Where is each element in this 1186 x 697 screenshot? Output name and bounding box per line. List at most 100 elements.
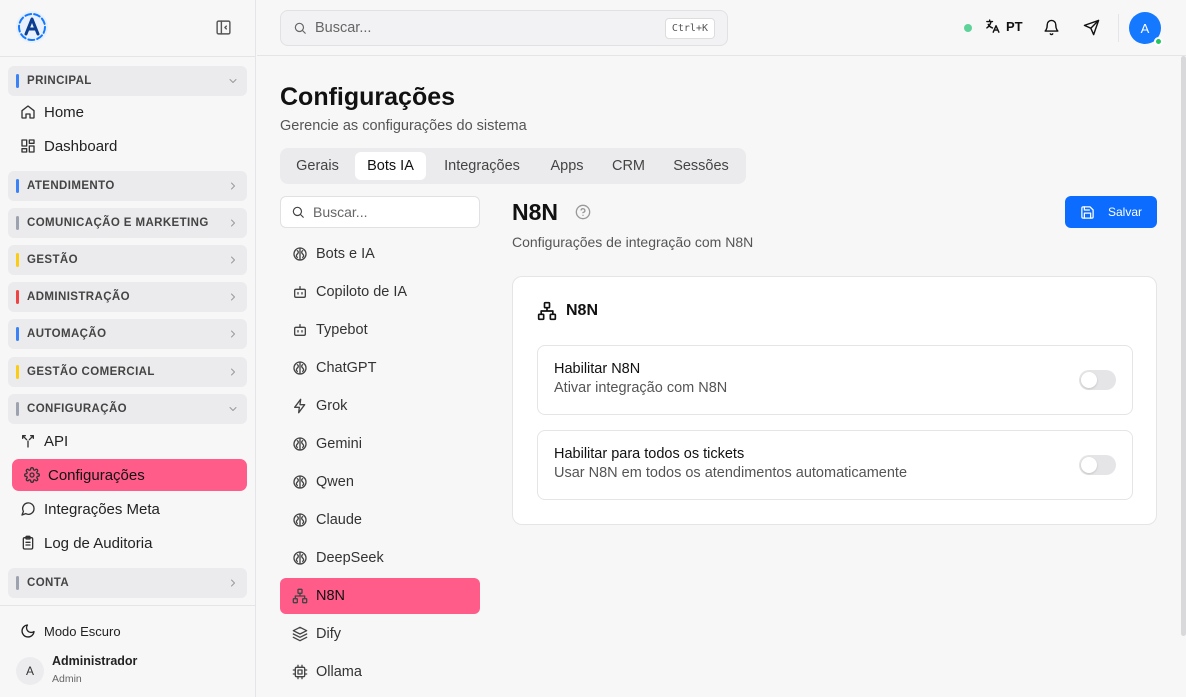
sidebar-item-label: Configurações: [48, 466, 145, 484]
tab-integracoes[interactable]: Integrações: [430, 152, 534, 180]
section-color-bar: [16, 365, 19, 379]
save-button-label: Salvar: [1108, 205, 1143, 219]
sidebar-item-api[interactable]: API: [20, 427, 68, 455]
submenu-item-label: Claude: [316, 512, 362, 528]
section-gestao[interactable]: GESTÃO: [8, 245, 247, 275]
chevron-down-icon: [227, 75, 239, 87]
section-atendimento[interactable]: ATENDIMENTO: [8, 171, 247, 201]
language-label: PT: [1006, 19, 1023, 34]
sidebar-item-label: Home: [44, 103, 85, 121]
submenu-item-chatgpt[interactable]: ChatGPT: [280, 350, 480, 386]
section-color-bar: [16, 402, 19, 416]
brain-icon: [292, 360, 308, 376]
section-label: COMUNICAÇÃO E MARKETING: [27, 217, 209, 229]
sidebar-item-label: API: [44, 432, 69, 450]
tab-gerais[interactable]: Gerais: [284, 152, 351, 180]
language-selector[interactable]: PT: [984, 18, 1023, 35]
bell-icon[interactable]: [1043, 19, 1060, 36]
section-color-bar: [16, 253, 19, 267]
dark-mode-label: Modo Escuro: [44, 623, 121, 639]
search-placeholder: Buscar...: [315, 20, 372, 36]
topbar: Buscar... Ctrl+K PT A: [257, 0, 1186, 56]
section-gestao-comercial[interactable]: GESTÃO COMERCIAL: [8, 357, 247, 387]
section-administracao[interactable]: ADMINISTRAÇÃO: [8, 282, 247, 312]
tab-sessoes[interactable]: Sessões: [661, 152, 741, 180]
setting-row-all-tickets: Habilitar para todos os tickets Usar N8N…: [537, 430, 1133, 500]
save-button[interactable]: Salvar: [1065, 196, 1157, 228]
submenu-item-deepseek[interactable]: DeepSeek: [280, 540, 480, 576]
global-search-input[interactable]: Buscar... Ctrl+K: [280, 10, 728, 46]
scrollbar[interactable]: [1181, 56, 1186, 636]
submenu-item-label: Typebot: [316, 322, 368, 338]
submenu-item-gemini[interactable]: Gemini: [280, 426, 480, 462]
section-comunicacao-marketing[interactable]: COMUNICAÇÃO E MARKETING: [8, 208, 247, 238]
section-automacao[interactable]: AUTOMAÇÃO: [8, 319, 247, 349]
sidebar-item-home[interactable]: Home: [20, 98, 84, 126]
chevron-right-icon: [227, 254, 239, 266]
sidebar-collapse-icon[interactable]: [215, 19, 232, 36]
tab-apps[interactable]: Apps: [538, 152, 596, 180]
floppy-disk-icon: [1080, 205, 1095, 220]
sidebar-item-dashboard[interactable]: Dashboard: [20, 132, 117, 160]
section-label: GESTÃO: [27, 254, 78, 266]
page-title: Configurações: [280, 83, 456, 111]
section-label: AUTOMAÇÃO: [27, 328, 107, 340]
detail-title: N8N: [512, 199, 559, 225]
tab-crm[interactable]: CRM: [600, 152, 657, 180]
setting-title: Habilitar para todos os tickets: [554, 446, 745, 462]
submenu-item-label: Qwen: [316, 474, 354, 490]
sidebar-item-configuracoes[interactable]: Configurações: [12, 459, 247, 491]
submenu-item-ollama[interactable]: Ollama: [280, 654, 480, 690]
bot-icon: [292, 284, 308, 300]
dark-mode-toggle[interactable]: Modo Escuro: [20, 623, 121, 639]
user-avatar[interactable]: A: [16, 657, 44, 685]
brain-icon: [292, 550, 308, 566]
setting-description: Usar N8N em todos os atendimentos automa…: [554, 465, 908, 481]
user-role: Admin: [52, 673, 82, 685]
user-name: Administrador: [52, 654, 138, 668]
section-principal[interactable]: PRINCIPAL: [8, 66, 247, 96]
submenu-item-typebot[interactable]: Typebot: [280, 312, 480, 348]
divider: [1118, 14, 1119, 42]
search-icon: [293, 21, 307, 35]
sidebar-item-label: Dashboard: [44, 137, 118, 155]
network-icon: [292, 588, 308, 604]
submenu-item-label: N8N: [316, 588, 346, 604]
chevron-right-icon: [227, 217, 239, 229]
submenu-search-input[interactable]: Buscar...: [280, 196, 480, 228]
n8n-settings-card: N8N Habilitar N8N Ativar integração com …: [512, 276, 1157, 525]
sidebar-nav: PRINCIPAL Home Dashboard ATENDIMENTO COM…: [0, 56, 256, 598]
section-conta[interactable]: CONTA: [8, 568, 247, 598]
sidebar-item-log-auditoria[interactable]: Log de Auditoria: [20, 529, 152, 557]
search-icon: [291, 205, 305, 219]
submenu-item-label: Ollama: [316, 664, 362, 680]
sidebar-item-label: Integrações Meta: [44, 500, 160, 518]
section-color-bar: [16, 74, 19, 88]
section-label: ATENDIMENTO: [27, 180, 115, 192]
gear-icon: [24, 467, 40, 483]
submenu-item-qwen[interactable]: Qwen: [280, 464, 480, 500]
tab-bots-ia[interactable]: Bots IA: [355, 152, 426, 180]
submenu-item-n8n[interactable]: N8N: [280, 578, 480, 614]
section-configuracao[interactable]: CONFIGURAÇÃO: [8, 394, 247, 424]
section-color-bar: [16, 216, 19, 230]
setting-description: Ativar integração com N8N: [554, 380, 728, 396]
enable-n8n-toggle[interactable]: [1079, 370, 1116, 390]
brain-icon: [292, 246, 308, 262]
send-icon[interactable]: [1083, 19, 1100, 36]
submenu-item-bots-e-ia[interactable]: Bots e IA: [280, 236, 480, 272]
submenu-item-copiloto-ia[interactable]: Copiloto de IA: [280, 274, 480, 310]
sidebar: PRINCIPAL Home Dashboard ATENDIMENTO COM…: [0, 0, 256, 697]
section-label: CONTA: [27, 577, 70, 589]
help-circle-icon[interactable]: [575, 204, 591, 220]
submenu-item-claude[interactable]: Claude: [280, 502, 480, 538]
submenu-item-label: Copiloto de IA: [316, 284, 408, 300]
submenu-item-dify[interactable]: Dify: [280, 616, 480, 652]
detail-subtitle: Configurações de integração com N8N: [512, 234, 754, 250]
submenu-item-grok[interactable]: Grok: [280, 388, 480, 424]
cpu-icon: [292, 664, 308, 680]
all-tickets-toggle[interactable]: [1079, 455, 1116, 475]
sidebar-item-integracoes-meta[interactable]: Integrações Meta: [20, 495, 160, 523]
app-logo-icon[interactable]: [16, 11, 48, 43]
brain-icon: [292, 474, 308, 490]
